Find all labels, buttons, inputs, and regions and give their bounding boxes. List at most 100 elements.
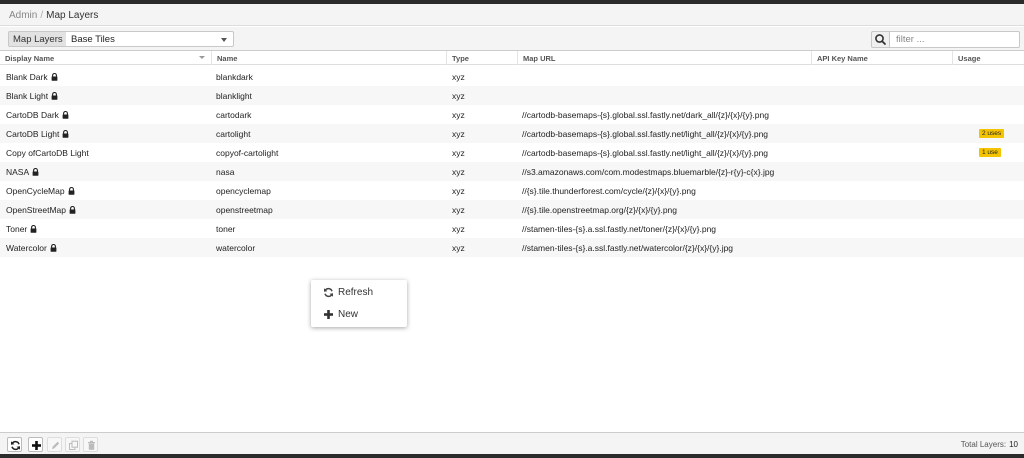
cell-text: xyz — [452, 186, 465, 196]
total-layers: Total Layers: 10 — [961, 440, 1018, 449]
cell-text: xyz — [452, 72, 465, 82]
cell-display-name: Watercolor — [6, 243, 57, 254]
cell-text: //cartodb-basemaps-{s}.global.ssl.fastly… — [522, 148, 769, 158]
cell-text: OpenStreetMap — [6, 205, 67, 215]
breadcrumb-admin[interactable]: Admin — [9, 10, 37, 21]
cell-type: xyz — [452, 224, 465, 234]
cell-url: //cartodb-basemaps-{s}.global.ssl.fastly… — [522, 129, 768, 139]
cell-text: cartolight — [216, 129, 251, 139]
cell-text: NASA — [6, 167, 30, 177]
cell-text: xyz — [452, 224, 465, 234]
cell-name: toner — [216, 224, 235, 234]
cell-text: blankdark — [216, 72, 253, 82]
table-row[interactable]: Blank Dark blankdark xyz — [0, 67, 1024, 86]
cell-url: //{s}.tile.thunderforest.com/cycle/{z}/{… — [522, 186, 696, 196]
grid-header: Display Name Name Type Map URL API Key N… — [0, 51, 1024, 65]
cell-url: //cartodb-basemaps-{s}.global.ssl.fastly… — [522, 148, 768, 158]
cell-type: xyz — [452, 110, 465, 120]
lock-icon — [30, 224, 37, 235]
table-row[interactable]: Copy ofCartoDB Light copyof-cartolight xyz… — [0, 143, 1024, 162]
context-menu-refresh[interactable]: Refresh — [311, 283, 407, 303]
cell-text: toner — [216, 224, 236, 234]
lock-icon — [69, 205, 76, 216]
table-row[interactable]: CartoDB Light cartolight xyz //cartodb-base… — [0, 124, 1024, 143]
column-header-name[interactable]: Name — [212, 51, 447, 65]
refresh-button[interactable] — [7, 437, 22, 452]
cell-text: xyz — [452, 110, 465, 120]
layer-type-label: Map Layers — [8, 31, 68, 47]
cell-url: //{s}.tile.openstreetmap.org/{z}/{x}/{y}… — [522, 205, 677, 215]
column-header-usage[interactable]: Usage — [953, 51, 1024, 65]
cell-url: //s3.amazonaws.com/com.modestmaps.bluema… — [522, 167, 774, 177]
lock-icon — [32, 167, 39, 178]
cell-text: OpenCycleMap — [6, 186, 65, 196]
cell-text: nasa — [216, 167, 235, 177]
grid-body: Blank Dark blankdark xyz Blank Light blankli… — [0, 67, 1024, 257]
cell-text: opencyclemap — [216, 186, 271, 196]
cell-display-name: OpenCycleMap — [6, 186, 75, 197]
cell-display-name: OpenStreetMap — [6, 205, 76, 216]
sort-caret-icon — [199, 56, 205, 59]
cell-text: //{s}.tile.openstreetmap.org/{z}/{x}/{y}… — [522, 205, 678, 215]
column-header-label: Display Name — [5, 54, 55, 63]
column-header-display-name[interactable]: Display Name — [0, 51, 212, 65]
context-menu-new-label: New — [338, 309, 359, 320]
layer-type-select[interactable]: Base Tiles — [66, 31, 234, 47]
table-row[interactable]: Blank Light blanklight xyz — [0, 86, 1024, 105]
cell-text: Toner — [6, 224, 28, 234]
toolbar: Map Layers Base Tiles — [0, 27, 1024, 51]
search-icon — [875, 34, 886, 45]
cell-display-name: Blank Light — [6, 91, 58, 102]
add-button[interactable] — [28, 437, 43, 452]
table-row[interactable]: OpenStreetMap openstreetmap xyz //{s}.tile.… — [0, 200, 1024, 219]
table-row[interactable]: Toner toner xyz //stamen-tiles-{s}.a.ssl.fa… — [0, 219, 1024, 238]
lock-icon — [62, 110, 69, 121]
column-header-api-key-name[interactable]: API Key Name — [812, 51, 953, 65]
table-row[interactable]: Watercolor watercolor xyz //stamen-tiles-{s… — [0, 238, 1024, 257]
cell-text: //stamen-tiles-{s}.a.ssl.fastly.net/wate… — [522, 243, 734, 253]
cell-type: xyz — [452, 205, 465, 215]
cell-name: openstreetmap — [216, 205, 273, 215]
cell-text: //cartodb-basemaps-{s}.global.ssl.fastly… — [522, 110, 769, 120]
delete-button[interactable] — [83, 437, 98, 452]
context-menu-new[interactable]: New — [311, 305, 407, 325]
search-button[interactable] — [871, 31, 890, 48]
table-row[interactable]: NASA nasa xyz //s3.amazonaws.com/com.modest… — [0, 162, 1024, 181]
column-header-map-url[interactable]: Map URL — [518, 51, 812, 65]
cell-text: //s3.amazonaws.com/com.modestmaps.bluema… — [522, 167, 775, 177]
copy-button[interactable] — [65, 437, 80, 452]
footer-toolbar: Total Layers: 10 — [0, 432, 1024, 454]
total-layers-label: Total Layers: — [960, 440, 1007, 449]
column-header-label: Map URL — [523, 54, 556, 63]
cell-type: xyz — [452, 72, 465, 82]
table-row[interactable]: OpenCycleMap opencyclemap xyz //{s}.tile.th… — [0, 181, 1024, 200]
table-row[interactable]: CartoDB Dark cartodark xyz //cartodb-basema… — [0, 105, 1024, 124]
cell-name: cartolight — [216, 129, 251, 139]
cell-text: xyz — [452, 243, 465, 253]
refresh-icon — [324, 287, 333, 298]
cell-display-name: CartoDB Light — [6, 129, 69, 140]
search-input[interactable] — [890, 31, 1020, 48]
column-header-type[interactable]: Type — [447, 51, 518, 65]
breadcrumb-separator: / — [40, 10, 44, 21]
cell-type: xyz — [452, 129, 465, 139]
column-header-label: Type — [452, 54, 469, 63]
cell-text: Copy ofCartoDB Light — [6, 148, 89, 158]
plus-icon — [324, 310, 333, 319]
cell-display-name: NASA — [6, 167, 39, 178]
cell-text: Blank Dark — [6, 72, 48, 82]
column-header-label: API Key Name — [817, 54, 868, 63]
cell-text: blanklight — [216, 91, 252, 101]
lock-icon — [50, 243, 57, 254]
cell-text: xyz — [452, 205, 465, 215]
context-menu: Refresh New — [311, 280, 407, 327]
usage-badge[interactable]: 1 use — [979, 148, 1001, 157]
cell-name: watercolor — [216, 243, 255, 253]
cell-text: //cartodb-basemaps-{s}.global.ssl.fastly… — [522, 129, 769, 139]
edit-button[interactable] — [47, 437, 62, 452]
chevron-down-icon — [221, 38, 227, 42]
cell-display-name: Blank Dark — [6, 72, 58, 83]
usage-badge[interactable]: 2 uses — [979, 129, 1005, 138]
layer-type-selected-value: Base Tiles — [71, 34, 115, 45]
cell-type: xyz — [452, 91, 465, 101]
